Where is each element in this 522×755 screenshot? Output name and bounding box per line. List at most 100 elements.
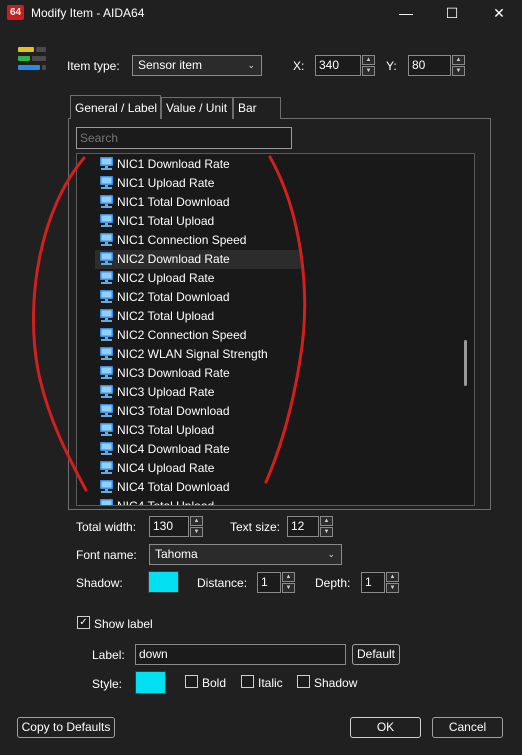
sensor-list-item-label: NIC2 WLAN Signal Strength (117, 347, 268, 361)
spin-down-icon[interactable]: ▼ (282, 583, 295, 593)
spin-up-icon[interactable]: ▲ (386, 572, 399, 582)
x-label: X: (293, 59, 305, 73)
search-input[interactable] (76, 127, 292, 149)
sensor-list-item-label: NIC1 Upload Rate (117, 176, 215, 190)
network-adapter-icon (99, 404, 114, 418)
sensor-list-item-label: NIC1 Download Rate (117, 157, 230, 171)
sensor-list-item-label: NIC3 Total Upload (117, 423, 215, 437)
sensor-list-item-label: NIC2 Upload Rate (117, 271, 215, 285)
distance-spinner[interactable]: ▲ ▼ (282, 572, 295, 593)
item-type-select[interactable]: Sensor item ⌄ (132, 55, 262, 76)
sensor-list-item[interactable]: NIC2 Total Download (99, 288, 459, 307)
sensor-list-item-label: NIC4 Download Rate (117, 442, 230, 456)
sensor-list-item[interactable]: NIC1 Connection Speed (99, 231, 459, 250)
y-label: Y: (386, 59, 397, 73)
spin-up-icon[interactable]: ▲ (320, 516, 333, 526)
sensor-list-item-label: NIC2 Connection Speed (117, 328, 247, 342)
spin-down-icon[interactable]: ▼ (320, 527, 333, 537)
default-button[interactable]: Default (352, 644, 400, 665)
text-size-label: Text size: (230, 520, 281, 534)
italic-label: Italic (258, 676, 283, 690)
label-color-swatch[interactable] (135, 671, 166, 694)
sensor-item-icon (18, 47, 46, 75)
sensor-list-item[interactable]: NIC1 Total Download (99, 193, 459, 212)
network-adapter-icon (99, 328, 114, 342)
maximize-button[interactable]: ☐ (429, 0, 475, 26)
total-width-spinner[interactable]: ▲ ▼ (190, 516, 203, 537)
sensor-list-item[interactable]: NIC2 Total Upload (99, 307, 459, 326)
spin-up-icon[interactable]: ▲ (452, 55, 465, 65)
font-name-select[interactable]: Tahoma ⌄ (149, 544, 342, 565)
sensor-list-item-label: NIC4 Upload Rate (117, 461, 215, 475)
cancel-button[interactable]: Cancel (432, 717, 503, 738)
text-size-spinner[interactable]: ▲ ▼ (320, 516, 333, 537)
spin-up-icon[interactable]: ▲ (362, 55, 375, 65)
spin-up-icon[interactable]: ▲ (190, 516, 203, 526)
italic-checkbox[interactable] (241, 675, 254, 688)
sensor-list-item[interactable]: NIC2 Connection Speed (99, 326, 459, 345)
shadow-style-checkbox[interactable] (297, 675, 310, 688)
sensor-list-item[interactable]: NIC4 Upload Rate (99, 459, 459, 478)
scrollbar-thumb[interactable] (464, 340, 467, 386)
sensor-list-item-label: NIC2 Download Rate (117, 252, 230, 266)
sensor-list-item[interactable]: NIC4 Total Download (99, 478, 459, 497)
spin-down-icon[interactable]: ▼ (386, 583, 399, 593)
sensor-list-item[interactable]: NIC3 Total Upload (99, 421, 459, 440)
text-size-input[interactable]: 12 (287, 516, 319, 537)
sensor-list-item[interactable]: NIC1 Total Upload (99, 212, 459, 231)
spin-up-icon[interactable]: ▲ (282, 572, 295, 582)
bold-checkbox[interactable] (185, 675, 198, 688)
aida64-app-icon: 64 (7, 5, 24, 20)
show-label-checkbox[interactable]: ✓ (77, 616, 90, 629)
sensor-list-item[interactable]: NIC2 Upload Rate (99, 269, 459, 288)
y-input[interactable]: 80 (408, 55, 451, 76)
total-width-input[interactable]: 130 (149, 516, 189, 537)
style-label: Style: (92, 677, 123, 691)
tab-bar[interactable]: Bar (233, 97, 281, 119)
sensor-list-item[interactable]: NIC4 Download Rate (99, 440, 459, 459)
depth-input[interactable]: 1 (361, 572, 385, 593)
item-type-value: Sensor item (138, 58, 203, 72)
distance-input[interactable]: 1 (257, 572, 281, 593)
distance-label: Distance: (197, 576, 248, 590)
sensor-list-item[interactable]: NIC4 Total Upload (99, 497, 459, 505)
minimize-button[interactable]: — (383, 0, 429, 26)
sensor-list[interactable]: NIC1 Download Rate NIC1 Upload Rate NIC1 T… (76, 153, 475, 506)
tab-general-label[interactable]: General / Label (70, 95, 161, 119)
window-title: Modify Item - AIDA64 (31, 6, 145, 20)
sensor-list-item-label: NIC1 Total Download (117, 195, 230, 209)
bold-label: Bold (202, 676, 227, 690)
x-spinner[interactable]: ▲ ▼ (362, 55, 375, 76)
spin-down-icon[interactable]: ▼ (452, 66, 465, 76)
shadow-style-label: Shadow (314, 676, 358, 690)
network-adapter-icon (99, 366, 114, 380)
shadow-color-swatch[interactable] (148, 571, 179, 593)
network-adapter-icon (99, 480, 114, 494)
sensor-list-item[interactable]: NIC3 Total Download (99, 402, 459, 421)
network-adapter-icon (99, 499, 114, 505)
sensor-list-item[interactable]: NIC3 Download Rate (99, 364, 459, 383)
depth-spinner[interactable]: ▲ ▼ (386, 572, 399, 593)
spin-down-icon[interactable]: ▼ (362, 66, 375, 76)
network-adapter-icon (99, 214, 114, 228)
shadow-label: Shadow: (76, 576, 123, 590)
label-input[interactable]: down (135, 644, 346, 665)
tab-value-unit[interactable]: Value / Unit (161, 97, 233, 119)
copy-to-defaults-button[interactable]: Copy to Defaults (17, 717, 115, 738)
ok-button[interactable]: OK (350, 717, 421, 738)
x-input[interactable]: 340 (315, 55, 361, 76)
sensor-list-item-label: NIC2 Total Download (117, 290, 230, 304)
sensor-list-item[interactable]: NIC1 Download Rate (99, 155, 459, 174)
spin-down-icon[interactable]: ▼ (190, 527, 203, 537)
sensor-list-item[interactable]: NIC2 WLAN Signal Strength (99, 345, 459, 364)
network-adapter-icon (99, 233, 114, 247)
sensor-list-item[interactable]: NIC1 Upload Rate (99, 174, 459, 193)
chevron-down-icon: ⌄ (247, 60, 255, 70)
font-name-value: Tahoma (155, 547, 198, 561)
network-adapter-icon (99, 442, 114, 456)
sensor-list-item[interactable]: NIC2 Download Rate (95, 250, 301, 269)
sensor-list-item-label: NIC1 Connection Speed (117, 233, 247, 247)
y-spinner[interactable]: ▲ ▼ (452, 55, 465, 76)
close-button[interactable]: ✕ (476, 0, 522, 26)
sensor-list-item[interactable]: NIC3 Upload Rate (99, 383, 459, 402)
